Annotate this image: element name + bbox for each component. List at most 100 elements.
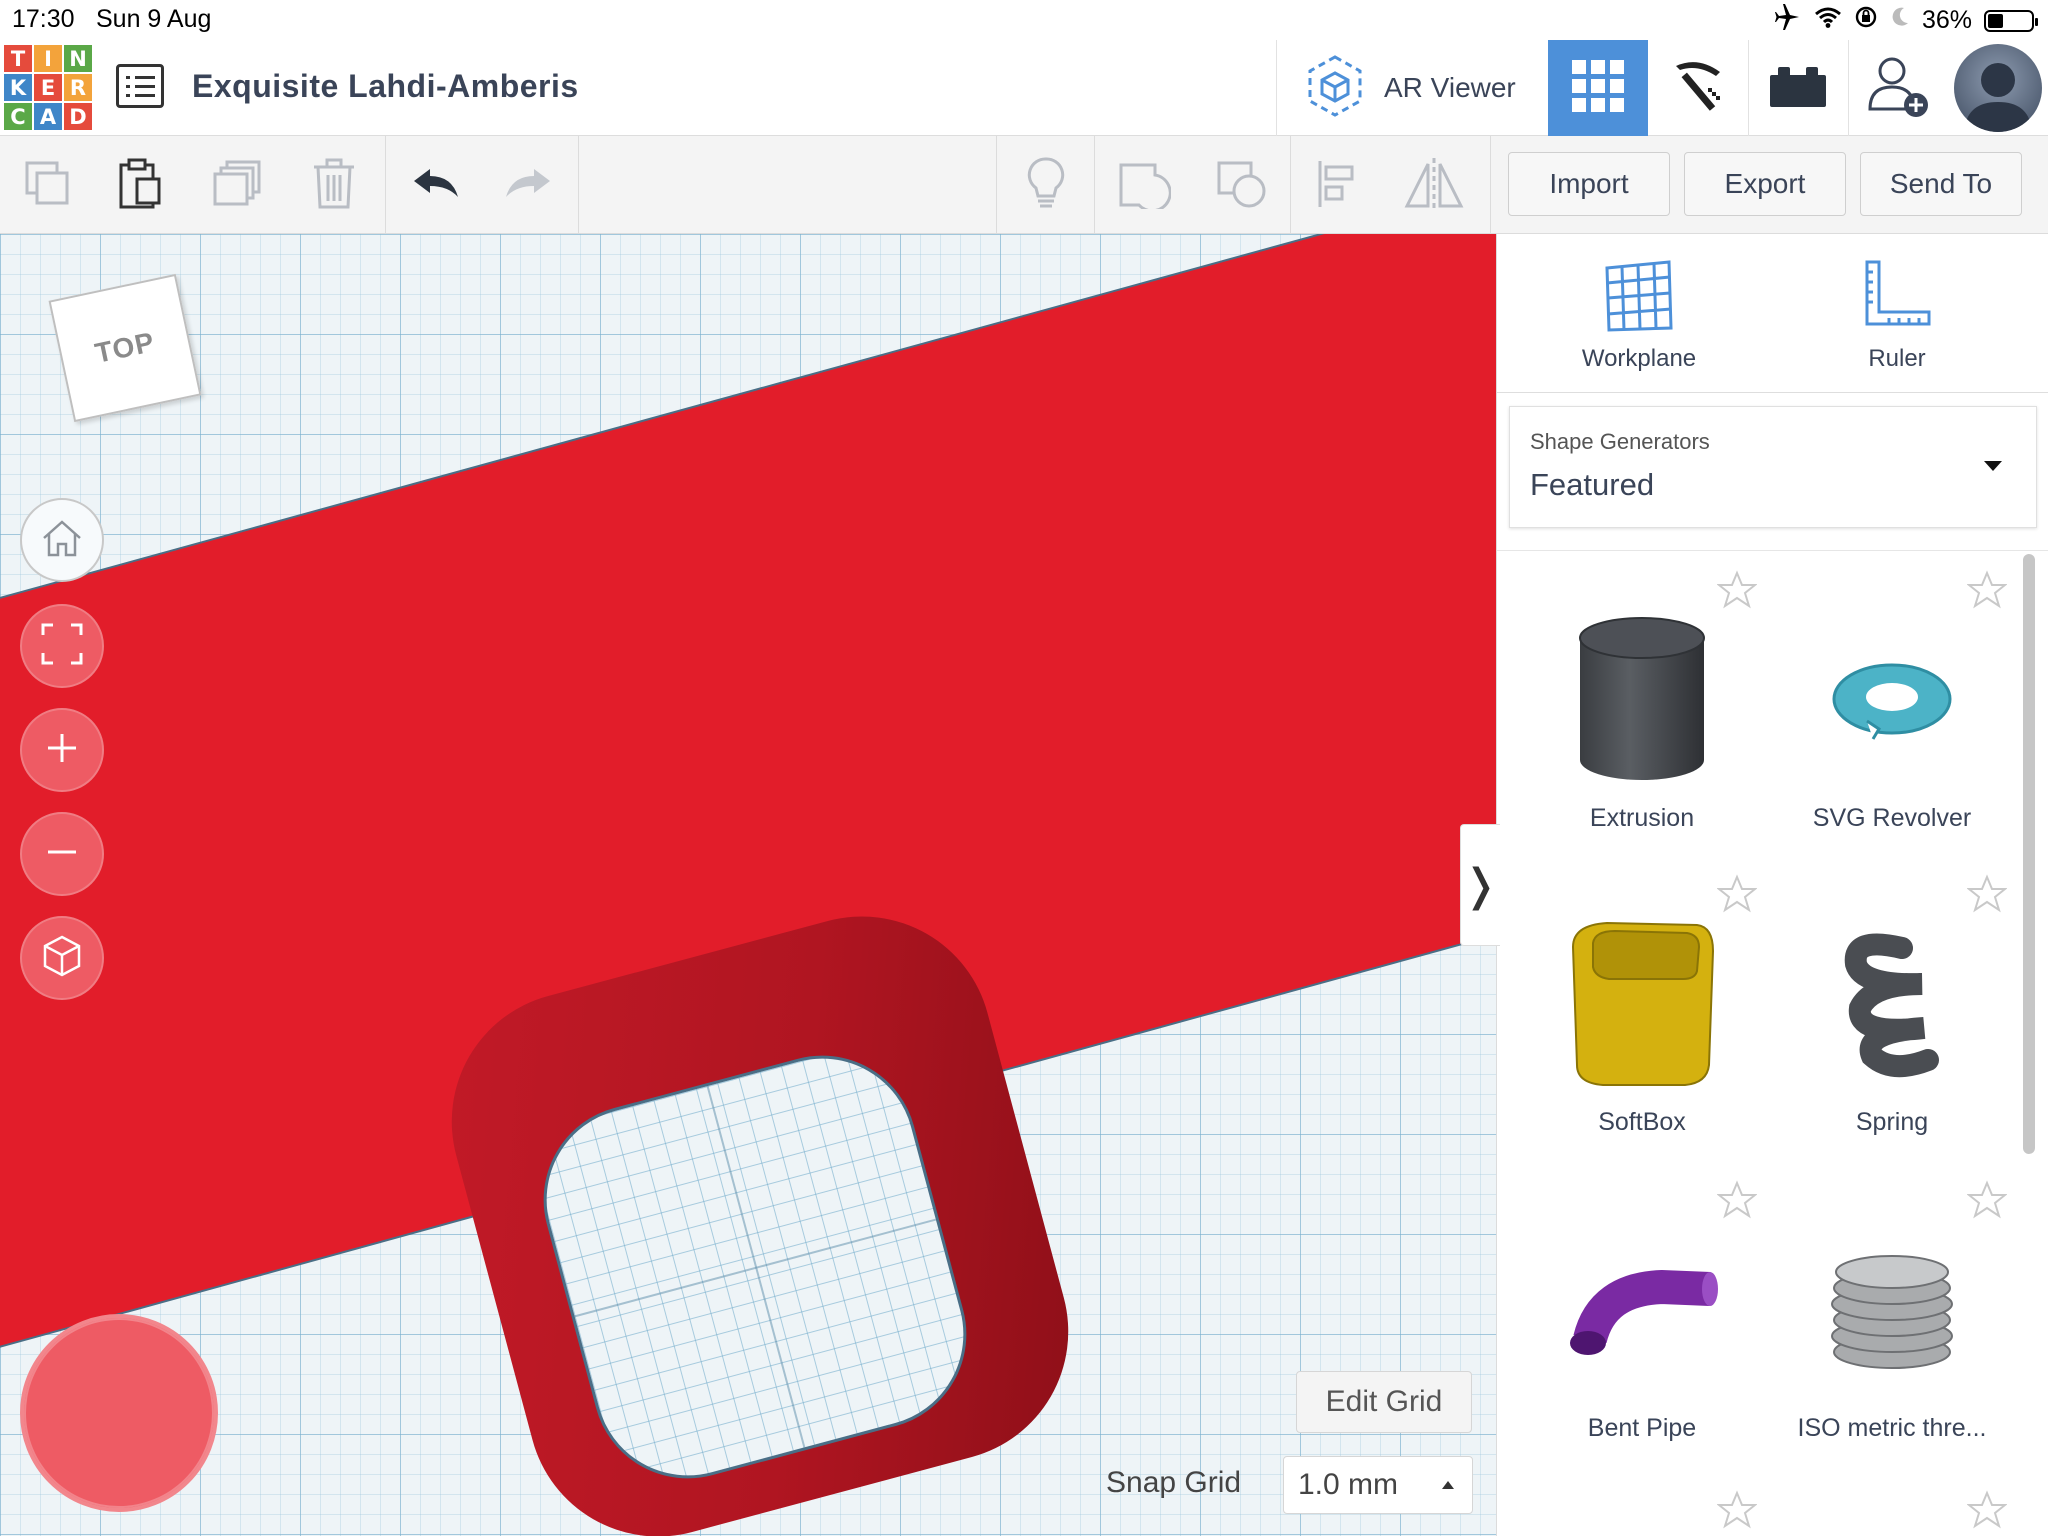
notes-button[interactable]	[1014, 154, 1078, 218]
ortho-view-button[interactable]	[20, 916, 104, 1000]
fit-all-icon	[41, 623, 83, 670]
snap-grid-select[interactable]: 1.0 mm	[1283, 1456, 1473, 1514]
tinkercad-logo[interactable]: TIN KER CAD	[4, 45, 92, 131]
bricks-view-button[interactable]	[1748, 40, 1848, 136]
shapes-panel: Workplane Ruler Shape Generators Feature…	[1496, 234, 2048, 1536]
edit-grid-button[interactable]: Edit Grid	[1296, 1371, 1472, 1433]
ruler-tool[interactable]: Ruler	[1817, 258, 1977, 388]
view-cube[interactable]: TOP	[48, 273, 202, 423]
shape-category-dropdown[interactable]: Shape Generators Featured	[1509, 406, 2037, 528]
collapse-panel-button[interactable]: ❭	[1460, 824, 1500, 946]
ar-viewer-button[interactable]: AR Viewer	[1276, 40, 1548, 136]
logo-letter: I	[34, 45, 62, 72]
caret-up-icon	[1442, 1481, 1454, 1489]
align-button[interactable]	[1306, 154, 1370, 218]
redo-icon	[504, 167, 552, 206]
edit-toolbar: Import Export Send To	[0, 136, 2048, 234]
shapes-scrollbar[interactable]	[2023, 554, 2035, 1154]
copy-icon	[23, 159, 73, 214]
svg-revolver-thumbnail	[1807, 604, 1977, 794]
logo-letter: D	[64, 103, 92, 130]
divider	[1497, 392, 2048, 393]
group-icon	[1117, 159, 1172, 214]
divider	[1490, 136, 1491, 234]
clipboard-icon	[115, 157, 165, 216]
home-icon	[41, 518, 83, 563]
shape-name: Spring	[1855, 1108, 1929, 1136]
trash-icon	[312, 157, 356, 216]
blocks-view-button[interactable]	[1648, 40, 1748, 136]
caret-down-icon	[1984, 461, 2002, 471]
bent-pipe-thumbnail	[1557, 1214, 1727, 1404]
view-cube-label: TOP	[92, 326, 158, 369]
redo-button[interactable]	[496, 154, 560, 218]
snap-grid-value: 1.0 mm	[1298, 1468, 1399, 1501]
logo-letter: R	[64, 74, 92, 101]
star-icon[interactable]	[1716, 1490, 1758, 1535]
duplicate-icon	[211, 158, 265, 215]
workplane-grid-icon	[1603, 258, 1675, 337]
extrusion-thumbnail	[1557, 604, 1727, 794]
add-user-button[interactable]	[1848, 40, 1948, 136]
copy-button[interactable]	[16, 154, 80, 218]
undo-button[interactable]	[404, 154, 468, 218]
ruler-icon	[1861, 258, 1933, 337]
workplane-tool[interactable]: Workplane	[1559, 258, 1719, 388]
status-date: Sun 9 Aug	[96, 5, 212, 33]
spring-thumbnail	[1807, 908, 1977, 1098]
undo-icon	[412, 167, 460, 206]
logo-letter: N	[64, 45, 92, 72]
dropdown-value: Featured	[1530, 467, 1655, 502]
ungroup-icon	[1215, 159, 1269, 214]
add-user-icon	[1866, 53, 1930, 124]
status-bar: 17:30 Sun 9 Aug 36%	[0, 0, 2048, 40]
pickaxe-icon	[1668, 56, 1728, 121]
shape-tile-softbox[interactable]: SoftBox	[1517, 858, 1767, 1158]
3d-design-view-button[interactable]	[1548, 40, 1648, 136]
battery-percent: 36%	[1921, 6, 1972, 34]
ar-cube-icon	[1304, 53, 1366, 124]
import-button[interactable]: Import	[1508, 152, 1670, 216]
shape-tile-iso-metric-thread[interactable]: ISO metric thre...	[1767, 1164, 2017, 1464]
shape-tile-extrusion[interactable]: Extrusion	[1517, 554, 1767, 854]
design-title[interactable]: Exquisite Lahdi-Amberis	[192, 68, 579, 105]
workplane-canvas[interactable]: TOP Edit Grid Snap Grid 1.0 mm	[0, 234, 1496, 1536]
divider	[996, 136, 997, 234]
user-avatar[interactable]	[1954, 44, 2042, 132]
lightbulb-icon	[1026, 156, 1066, 217]
ruler-label: Ruler	[1868, 345, 1926, 372]
shape-tile-spring[interactable]: Spring	[1767, 858, 2017, 1158]
status-icons: 36%	[1772, 4, 2038, 37]
divider	[1497, 550, 2048, 551]
grid-axis-line	[706, 1085, 806, 1448]
home-view-button[interactable]	[20, 498, 104, 582]
grid-icon	[1572, 59, 1624, 117]
airplane-icon	[1772, 4, 1802, 37]
send-to-button[interactable]: Send To	[1860, 152, 2022, 216]
design-list-icon[interactable]	[116, 64, 164, 108]
shape-tile-bent-pipe[interactable]: Bent Pipe	[1517, 1164, 1767, 1464]
mirror-icon	[1403, 156, 1465, 217]
mirror-button[interactable]	[1402, 154, 1466, 218]
divider	[385, 136, 386, 234]
battery-icon	[1984, 9, 2038, 32]
camera-joystick[interactable]	[20, 1314, 218, 1512]
fit-view-button[interactable]	[20, 604, 104, 688]
shape-name: SoftBox	[1598, 1108, 1686, 1136]
delete-button[interactable]	[302, 154, 366, 218]
logo-letter: C	[4, 103, 32, 130]
ungroup-button[interactable]	[1210, 154, 1274, 218]
shape-tile-svg-revolver[interactable]: SVG Revolver	[1767, 554, 2017, 854]
title-bar: TIN KER CAD Exquisite Lahdi-Amberis AR Vie…	[0, 40, 2048, 136]
zoom-in-button[interactable]	[20, 708, 104, 792]
duplicate-button[interactable]	[206, 154, 270, 218]
shape-name: SVG Revolver	[1812, 804, 1972, 832]
shape-name: Bent Pipe	[1587, 1414, 1697, 1442]
export-button[interactable]: Export	[1684, 152, 1846, 216]
zoom-out-button[interactable]	[20, 812, 104, 896]
group-button[interactable]	[1112, 154, 1176, 218]
paste-button[interactable]	[108, 154, 172, 218]
logo-letter: T	[4, 45, 32, 72]
minus-icon	[45, 835, 79, 874]
star-icon[interactable]	[1966, 1490, 2008, 1535]
